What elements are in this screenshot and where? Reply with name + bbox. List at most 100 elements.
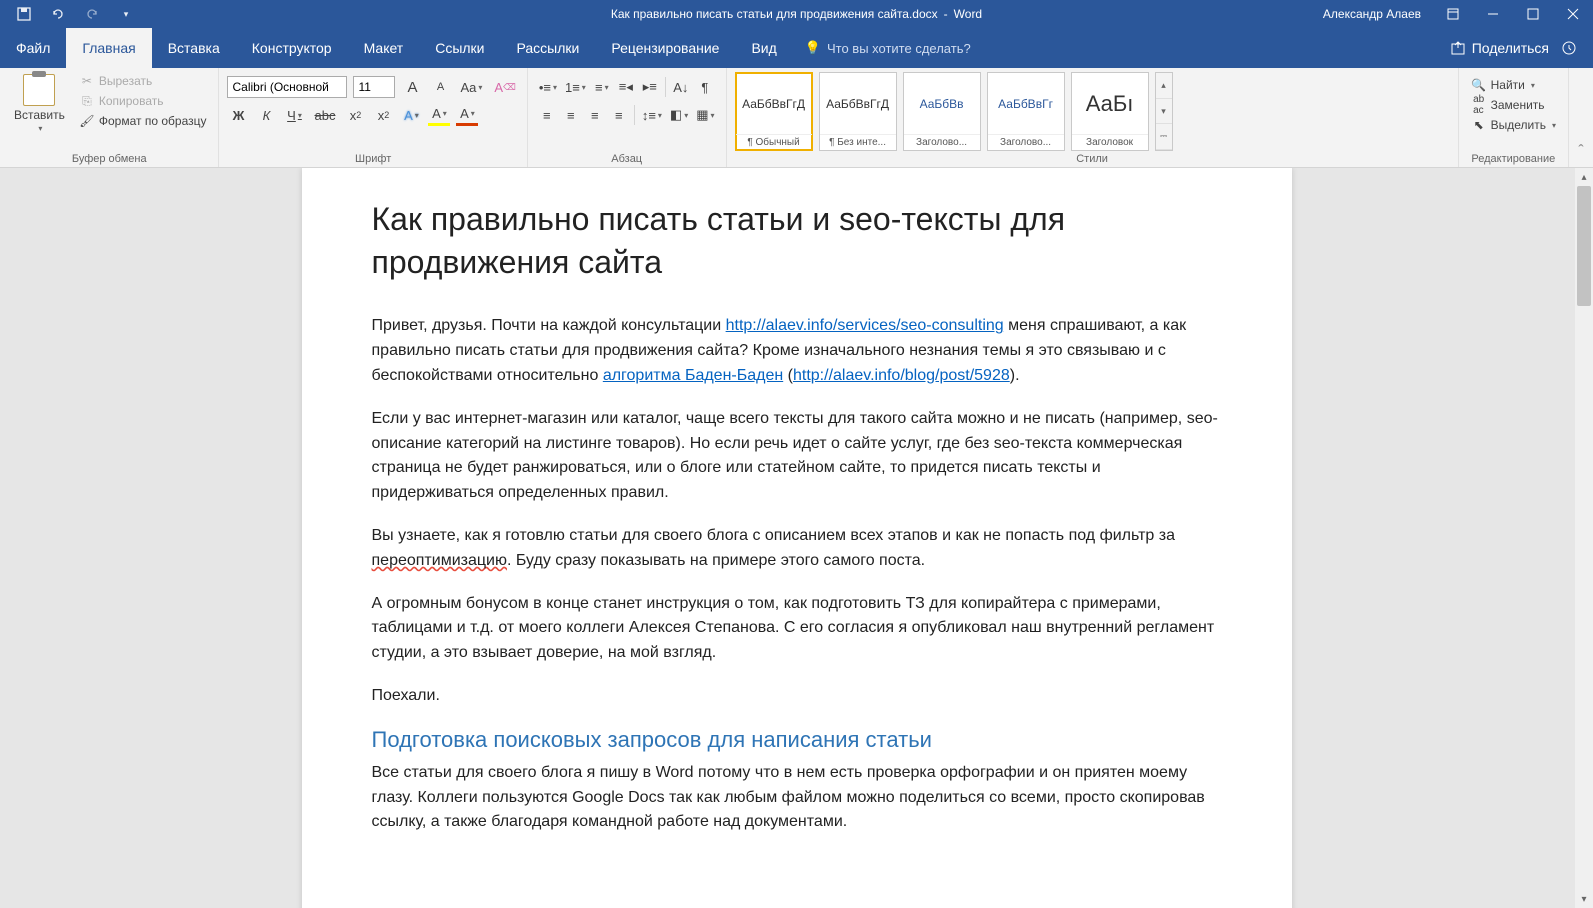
tab-review[interactable]: Рецензирование [595,28,735,68]
replace-button[interactable]: abacЗаменить [1467,96,1560,114]
tab-insert[interactable]: Вставка [152,28,236,68]
paste-icon [23,74,55,106]
tab-view[interactable]: Вид [735,28,792,68]
font-color-button[interactable]: A▾ [456,104,478,126]
styles-nav-button[interactable]: ▾ [1156,99,1172,125]
justify-button[interactable]: ≡ [608,104,630,126]
search-icon: 🔍 [1471,77,1487,93]
history-icon[interactable] [1561,40,1577,56]
tab-home[interactable]: Главная [66,28,151,68]
bold-button[interactable]: Ж [227,104,249,126]
style-card[interactable]: АаБбВвГгД¶ Без инте... [819,72,897,151]
group-font: A A Aa▾ A⌫ Ж К Ч▾ abc x2 x2 A▾ A▾ A▾ [219,68,527,167]
format-painter-button[interactable]: 🖌Формат по образцу [75,112,211,130]
doc-title[interactable]: Как правильно писать статьи и seo-тексты… [372,198,1222,284]
share-button[interactable]: Поделиться [1450,40,1549,56]
style-card[interactable]: АаБбВвГгД¶ Обычный [735,72,813,151]
show-marks-button[interactable]: ¶ [694,76,716,98]
clear-formatting-button[interactable]: A⌫ [491,76,518,98]
text-effects-button[interactable]: A▾ [400,104,422,126]
align-center-button[interactable]: ≡ [560,104,582,126]
group-label-clipboard: Буфер обмена [8,151,210,165]
tab-references[interactable]: Ссылки [419,28,500,68]
scroll-up-icon[interactable]: ▴ [1575,168,1593,186]
maximize-icon[interactable] [1513,0,1553,28]
superscript-button[interactable]: x2 [372,104,394,126]
hyperlink[interactable]: http://alaev.info/blog/post/5928 [793,367,1010,384]
scissors-icon: ✂ [79,73,95,89]
find-button[interactable]: 🔍Найти▾ [1467,76,1560,94]
style-card[interactable]: АаБбВвГгЗаголово... [987,72,1065,151]
minimize-icon[interactable] [1473,0,1513,28]
tab-design[interactable]: Конструктор [236,28,348,68]
chevron-down-icon: ▾ [38,124,42,133]
doc-paragraph[interactable]: Все статьи для своего блога я пишу в Wor… [372,761,1222,835]
style-name: Заголово... [904,134,980,150]
styles-nav-button[interactable]: ⎓ [1156,124,1172,150]
tell-me-search[interactable]: 💡 Что вы хотите сделать? [793,28,983,68]
group-editing: 🔍Найти▾ abacЗаменить ⬉Выделить▾ Редактир… [1459,68,1569,167]
cut-button[interactable]: ✂Вырезать [75,72,211,90]
grow-font-button[interactable]: A [401,76,423,98]
hyperlink[interactable]: алгоритма Баден-Баден [603,367,783,384]
strikethrough-button[interactable]: abc [311,104,338,126]
spelling-error[interactable]: переоптимизацию [372,552,507,569]
style-preview: АаБбВвГгД [736,73,812,134]
collapse-ribbon-button[interactable]: ˆ [1569,68,1593,167]
line-spacing-button[interactable]: ↕≡▾ [639,104,665,126]
undo-icon[interactable] [50,6,66,22]
style-card[interactable]: АаБıЗаголовок [1071,72,1149,151]
doc-paragraph[interactable]: Поехали. [372,684,1222,709]
qat-dropdown-icon[interactable]: ▾ [118,6,134,22]
tab-layout[interactable]: Макет [348,28,420,68]
copy-button[interactable]: ⎘Копировать [75,92,211,110]
scroll-thumb[interactable] [1577,186,1591,306]
align-left-button[interactable]: ≡ [536,104,558,126]
highlight-button[interactable]: A▾ [428,104,450,126]
doc-filename: Как правильно писать статьи для продвиже… [611,7,938,21]
styles-nav-button[interactable]: ▴ [1156,73,1172,99]
vertical-scrollbar[interactable]: ▴ ▾ [1575,168,1593,908]
font-name-select[interactable] [227,76,347,98]
multilevel-list-button[interactable]: ≡▾ [591,76,613,98]
borders-button[interactable]: ▦▾ [693,104,717,126]
decrease-indent-button[interactable]: ≡◂ [615,76,637,98]
group-label-font: Шрифт [227,151,518,165]
style-name: Заголово... [988,134,1064,150]
ribbon-tabs: Файл Главная Вставка Конструктор Макет С… [0,28,1593,68]
doc-heading2[interactable]: Подготовка поисковых запросов для написа… [372,727,1222,753]
tab-mailings[interactable]: Рассылки [501,28,596,68]
shrink-font-button[interactable]: A [429,76,451,98]
doc-paragraph[interactable]: А огромным бонусом в конце станет инстру… [372,592,1222,666]
redo-icon[interactable] [84,6,100,22]
app-name: Word [954,7,982,21]
doc-paragraph[interactable]: Если у вас интернет-магазин или каталог,… [372,407,1222,506]
ribbon-display-options-icon[interactable] [1433,0,1473,28]
doc-paragraph[interactable]: Вы узнаете, как я готовлю статьи для сво… [372,524,1222,574]
align-right-button[interactable]: ≡ [584,104,606,126]
group-clipboard: Вставить ▾ ✂Вырезать ⎘Копировать 🖌Формат… [0,68,219,167]
style-card[interactable]: АаБбВвЗаголово... [903,72,981,151]
tab-file[interactable]: Файл [0,28,66,68]
doc-paragraph[interactable]: Привет, друзья. Почти на каждой консульт… [372,314,1222,388]
scroll-down-icon[interactable]: ▾ [1575,890,1593,908]
shading-button[interactable]: ◧▾ [667,104,691,126]
hyperlink[interactable]: http://alaev.info/services/seo-consultin… [726,317,1004,334]
numbering-button[interactable]: 1≡▾ [562,76,589,98]
replace-icon: abac [1471,97,1487,113]
paste-button[interactable]: Вставить ▾ [8,72,71,135]
group-paragraph: •≡▾ 1≡▾ ≡▾ ≡◂ ▸≡ A↓ ¶ ≡ ≡ ≡ ≡ ↕≡▾ ◧▾ [528,68,727,167]
subscript-button[interactable]: x2 [344,104,366,126]
select-button[interactable]: ⬉Выделить▾ [1467,116,1560,134]
user-name[interactable]: Александр Алаев [1311,7,1433,21]
document-page[interactable]: Как правильно писать статьи и seo-тексты… [302,168,1292,908]
bullets-button[interactable]: •≡▾ [536,76,560,98]
sort-button[interactable]: A↓ [670,76,692,98]
increase-indent-button[interactable]: ▸≡ [639,76,661,98]
change-case-button[interactable]: Aa▾ [457,76,485,98]
italic-button[interactable]: К [255,104,277,126]
close-icon[interactable] [1553,0,1593,28]
font-size-select[interactable] [353,76,395,98]
save-icon[interactable] [16,6,32,22]
underline-button[interactable]: Ч▾ [283,104,305,126]
